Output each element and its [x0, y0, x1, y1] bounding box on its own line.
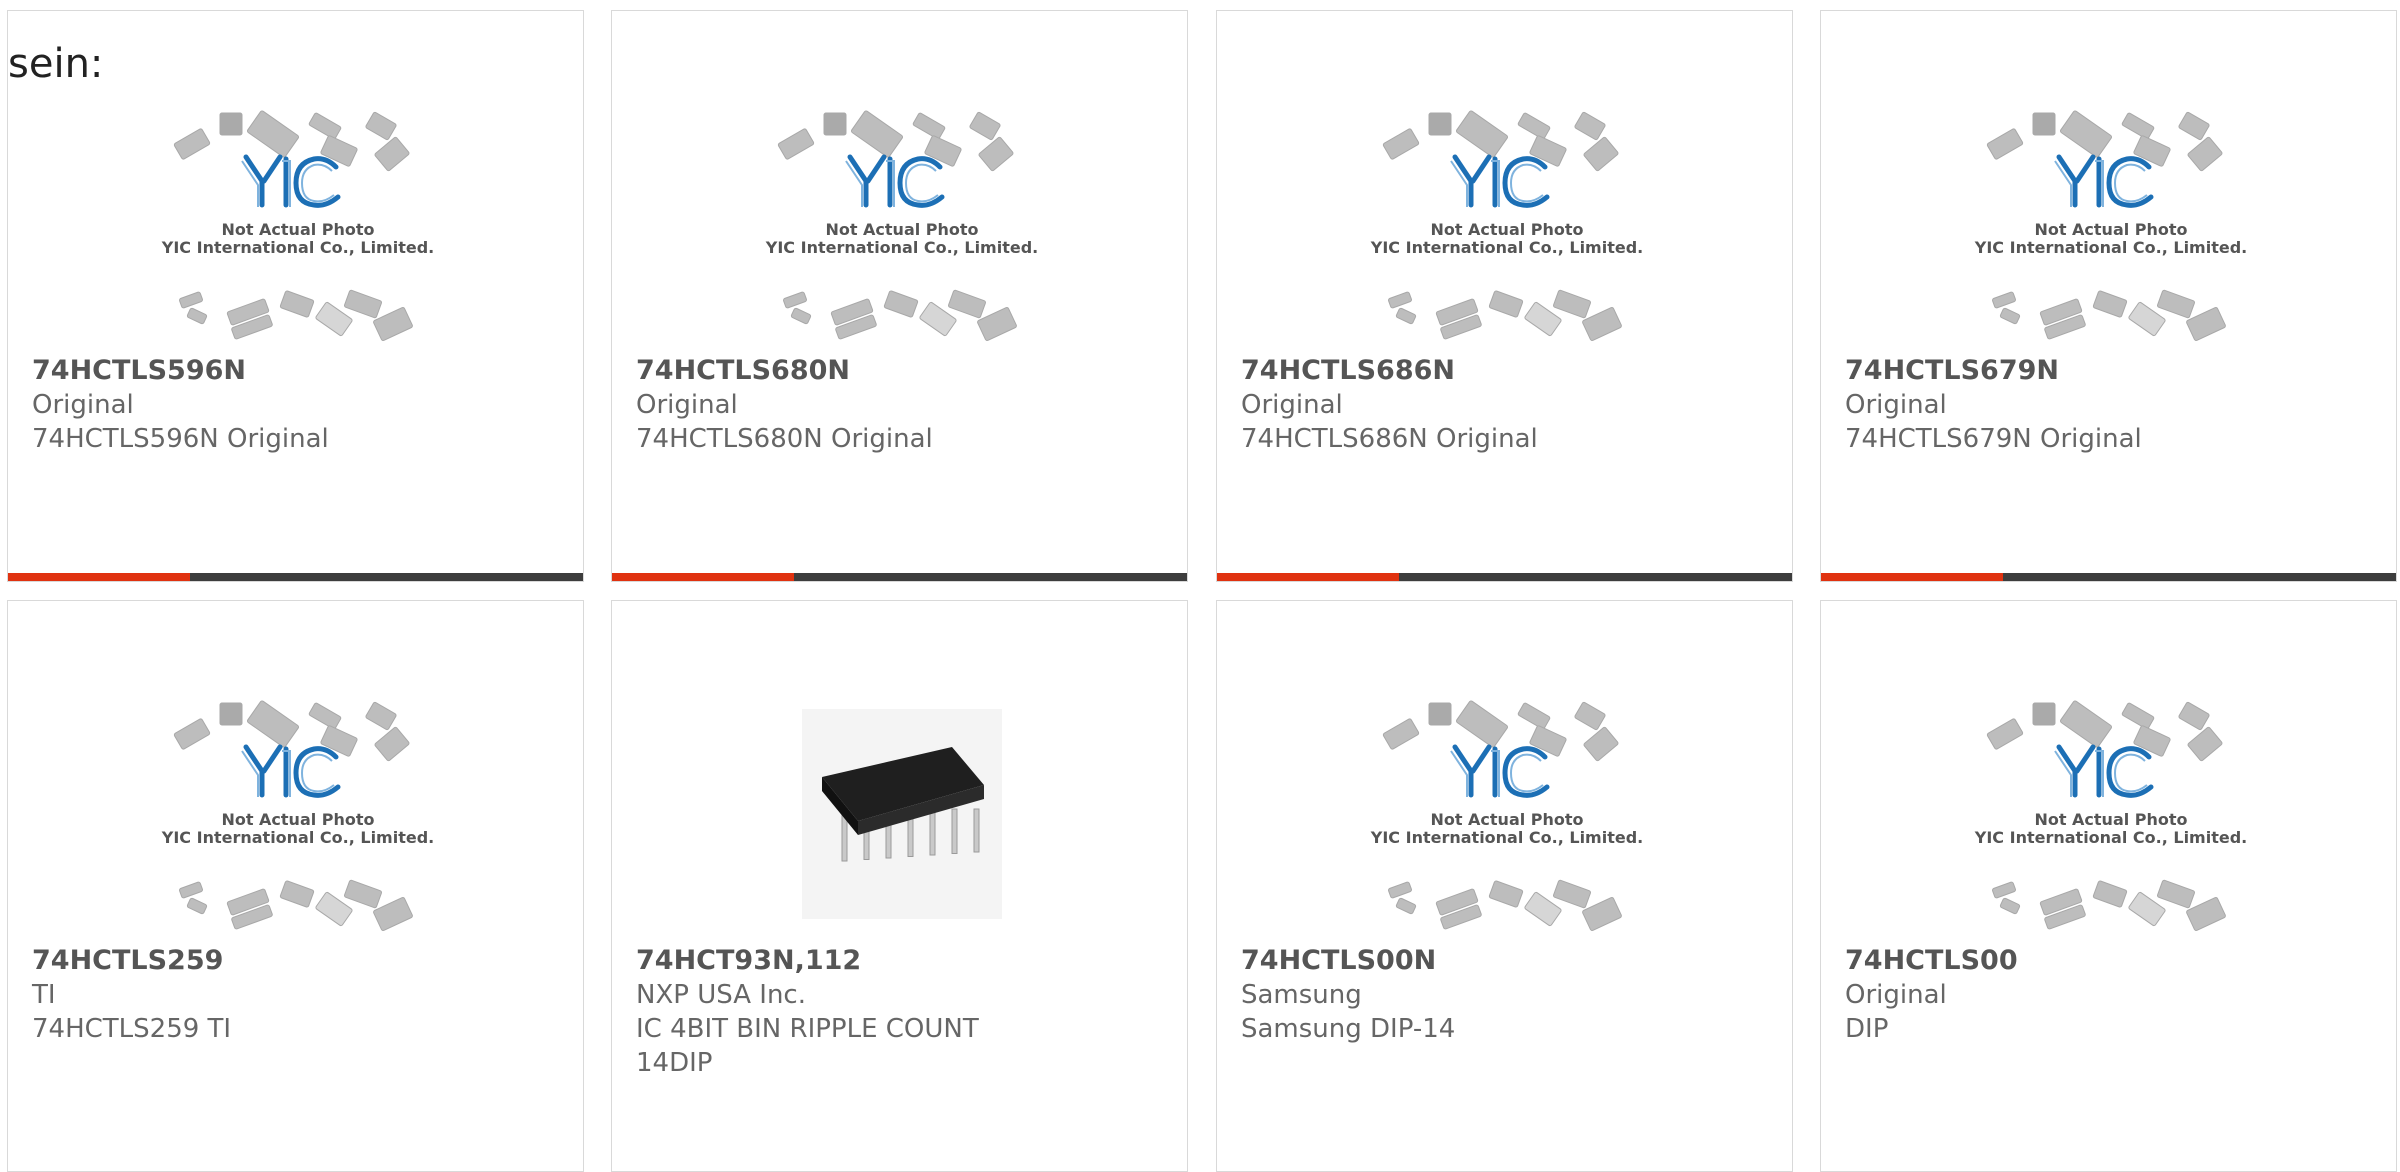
card-bottom-bar: [1217, 573, 1792, 581]
placeholder-caption-2: YIC International Co., Limited.: [161, 828, 434, 847]
yic-logo: [1452, 744, 1550, 798]
product-info: 74HCTLS680N Original 74HCTLS680N Original: [636, 354, 1166, 456]
yic-placeholder-image: Not Actual PhotoYIC International Co., L…: [1974, 700, 2247, 931]
product-manufacturer: Original: [1845, 390, 1947, 420]
placeholder-caption-1: Not Actual Photo: [2034, 220, 2187, 239]
product-grid: Not Actual Photo YIC International Co., L…: [0, 0, 2400, 1172]
chip-cluster-top: [173, 110, 410, 172]
chip-cluster-bottom: [1388, 289, 1622, 341]
placeholder-caption-2: YIC International Co., Limited.: [1974, 828, 2247, 847]
chip-cluster-top: [1986, 110, 2223, 172]
product-description: Samsung DIP-14: [1241, 1014, 1456, 1044]
product-info: 74HCTLS596N Original 74HCTLS596N Original: [32, 354, 562, 456]
product-name[interactable]: 74HCTLS00: [1845, 944, 2375, 978]
yic-logo: [1452, 154, 1550, 208]
product-card[interactable]: Not Actual Photo YIC International Co., L…: [1820, 10, 2397, 582]
yic-logo: [2056, 744, 2154, 798]
placeholder-caption-1: Not Actual Photo: [221, 220, 374, 239]
product-description: 74HCTLS686N Original: [1241, 424, 1538, 454]
yic-logo: [2056, 154, 2154, 208]
dip-chip-photo: [802, 709, 1002, 919]
yic-logo: [243, 744, 341, 798]
product-description: 74HCTLS679N Original: [1845, 424, 2142, 454]
chip-cluster-top: [1382, 700, 1619, 762]
product-name[interactable]: 74HCTLS596N: [32, 354, 562, 388]
lead-text: sein:: [8, 41, 104, 87]
yic-logo: [847, 154, 945, 208]
chip-cluster-bottom: [1992, 289, 2226, 341]
chip-cluster-top: [1382, 110, 1619, 172]
placeholder-caption-2: YIC International Co., Limited.: [1370, 238, 1643, 257]
yic-placeholder-image: Not Actual PhotoYIC International Co., L…: [161, 110, 434, 341]
product-manufacturer: Original: [636, 390, 738, 420]
product-manufacturer: Original: [1241, 390, 1343, 420]
card-accent-bar: [1821, 573, 2003, 581]
product-card[interactable]: Not Actual Photo YIC International Co., L…: [1820, 600, 2397, 1172]
chip-cluster-top: [173, 700, 410, 762]
chip-cluster-bottom: [179, 289, 413, 341]
product-card[interactable]: Not Actual Photo YIC International Co., L…: [7, 600, 584, 1172]
product-description: IC 4BIT BIN RIPPLE COUNT: [636, 1014, 979, 1044]
product-name[interactable]: 74HCTLS259: [32, 944, 562, 978]
product-description: 74HCTLS259 TI: [32, 1014, 232, 1044]
card-accent-bar: [612, 573, 794, 581]
card-accent-bar: [8, 573, 190, 581]
placeholder-caption-1: Not Actual Photo: [1430, 810, 1583, 829]
product-card[interactable]: Not Actual Photo YIC International Co., L…: [611, 10, 1188, 582]
product-card[interactable]: Not Actual Photo YIC International Co., L…: [1216, 600, 1793, 1172]
product-card[interactable]: 74HCT93N,112 NXP USA Inc. IC 4BIT BIN RIPP…: [611, 600, 1188, 1172]
yic-logo: [243, 154, 341, 208]
product-manufacturer: Original: [1845, 980, 1947, 1010]
product-description: 74HCTLS596N Original: [32, 424, 329, 454]
product-info: 74HCT93N,112 NXP USA Inc. IC 4BIT BIN RIPP…: [636, 944, 1166, 1080]
yic-placeholder-image: Not Actual PhotoYIC International Co., L…: [1974, 110, 2247, 341]
product-name[interactable]: 74HCTLS00N: [1241, 944, 1771, 978]
placeholder-caption-2: YIC International Co., Limited.: [161, 238, 434, 257]
chip-cluster-top: [1986, 700, 2223, 762]
chip-cluster-bottom: [783, 289, 1017, 341]
product-description: DIP: [1845, 1014, 1889, 1044]
placeholder-caption-2: YIC International Co., Limited.: [765, 238, 1038, 257]
placeholder-caption-1: Not Actual Photo: [2034, 810, 2187, 829]
product-info: 74HCTLS259 TI 74HCTLS259 TI: [32, 944, 562, 1046]
product-info: 74HCTLS00N Samsung Samsung DIP-14: [1241, 944, 1771, 1046]
placeholder-caption-1: Not Actual Photo: [1430, 220, 1583, 239]
chip-cluster-bottom: [179, 879, 413, 931]
product-manufacturer: Original: [32, 390, 134, 420]
product-info: 74HCTLS00 Original DIP: [1845, 944, 2375, 1046]
placeholder-caption-2: YIC International Co., Limited.: [1974, 238, 2247, 257]
card-bottom-bar: [1821, 573, 2396, 581]
product-card[interactable]: Not Actual Photo YIC International Co., L…: [7, 10, 584, 582]
product-description-cont: 14DIP: [636, 1048, 713, 1078]
product-info: 74HCTLS679N Original 74HCTLS679N Original: [1845, 354, 2375, 456]
yic-placeholder-image: Not Actual PhotoYIC International Co., L…: [161, 700, 434, 931]
product-name[interactable]: 74HCTLS679N: [1845, 354, 2375, 388]
placeholder-caption-1: Not Actual Photo: [221, 810, 374, 829]
chip-cluster-bottom: [1388, 879, 1622, 931]
product-manufacturer: Samsung: [1241, 980, 1362, 1010]
product-name[interactable]: 74HCTLS686N: [1241, 354, 1771, 388]
yic-placeholder-image: Not Actual PhotoYIC International Co., L…: [765, 110, 1038, 341]
product-name[interactable]: 74HCT93N,112: [636, 944, 1166, 978]
product-info: 74HCTLS686N Original 74HCTLS686N Original: [1241, 354, 1771, 456]
card-bottom-bar: [8, 573, 583, 581]
product-manufacturer: NXP USA Inc.: [636, 980, 806, 1010]
product-manufacturer: TI: [32, 980, 56, 1010]
product-name[interactable]: 74HCTLS680N: [636, 354, 1166, 388]
product-card[interactable]: Not Actual Photo YIC International Co., L…: [1216, 10, 1793, 582]
yic-placeholder-image: Not Actual PhotoYIC International Co., L…: [1370, 110, 1643, 341]
placeholder-caption-2: YIC International Co., Limited.: [1370, 828, 1643, 847]
card-accent-bar: [1217, 573, 1399, 581]
card-bottom-bar: [612, 573, 1187, 581]
placeholder-caption-1: Not Actual Photo: [825, 220, 978, 239]
chip-cluster-top: [777, 110, 1014, 172]
product-description: 74HCTLS680N Original: [636, 424, 933, 454]
yic-placeholder-image: Not Actual PhotoYIC International Co., L…: [1370, 700, 1643, 931]
chip-cluster-bottom: [1992, 879, 2226, 931]
